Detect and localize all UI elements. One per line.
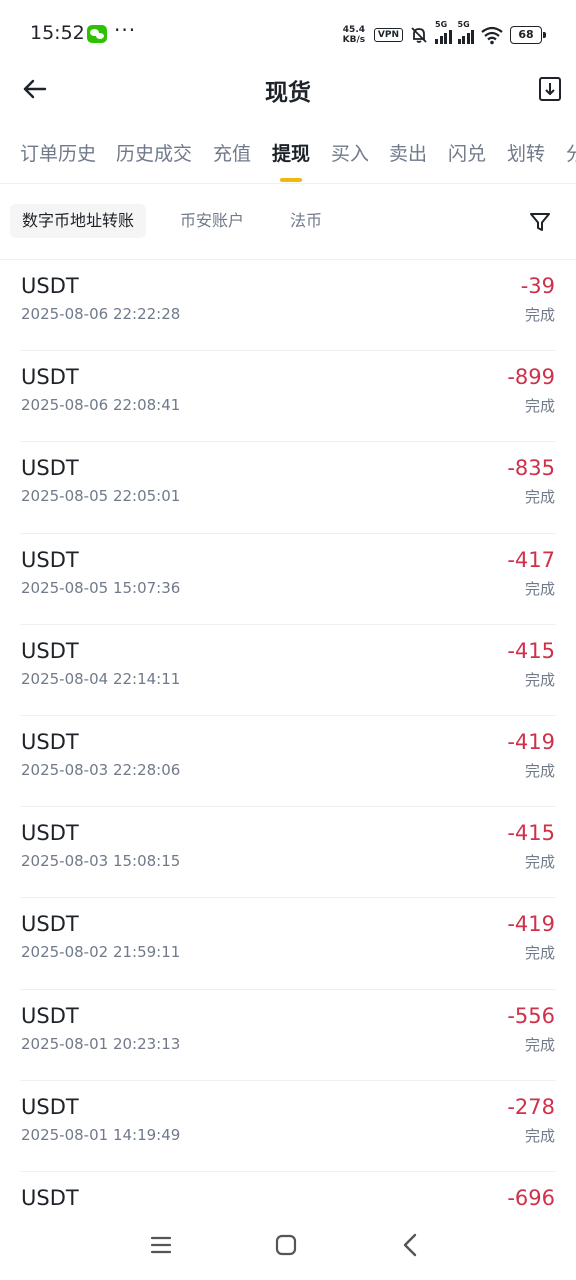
tab-convert[interactable]: 闪兑 — [448, 139, 486, 166]
home-icon[interactable] — [275, 1234, 297, 1256]
system-nav-bar — [0, 1210, 576, 1280]
subtab-binance-account[interactable]: 币安账户 — [168, 204, 256, 238]
record-coin: USDT — [21, 365, 79, 390]
tab-transfer[interactable]: 划转 — [507, 139, 545, 166]
record-row[interactable]: USDT 2025-08-01 20:23:13 -556 完成 — [20, 990, 556, 1081]
signal-icon: 5G — [435, 20, 452, 44]
record-row[interactable]: USDT 2025-08-05 15:07:36 -417 完成 — [20, 534, 556, 625]
tab-trade-history[interactable]: 历史成交 — [116, 139, 192, 166]
record-time: 2025-08-05 22:05:01 — [21, 487, 181, 506]
record-amount: -696 — [507, 1185, 555, 1210]
record-amount: -278 — [507, 1094, 555, 1119]
network-speed-unit: KB/s — [342, 35, 366, 45]
record-coin: USDT — [21, 912, 79, 937]
record-time: 2025-08-03 15:08:15 — [21, 852, 181, 871]
record-time: 2025-08-04 22:14:11 — [21, 669, 181, 688]
network-speed-value: 45.4 — [342, 25, 366, 35]
tab-deposit[interactable]: 充值 — [213, 139, 251, 166]
withdraw-record-list: USDT 2025-08-06 22:22:28 -39 完成 USDT 202… — [0, 260, 576, 1264]
subtab-crypto-address[interactable]: 数字币地址转账 — [10, 204, 147, 238]
tab-order-history[interactable]: 订单历史 — [20, 139, 96, 166]
record-amount: -556 — [507, 1003, 555, 1028]
download-file-icon[interactable] — [538, 76, 562, 102]
record-time: 2025-08-02 21:59:11 — [21, 943, 181, 962]
record-amount: -419 — [507, 729, 555, 754]
wifi-icon — [481, 26, 503, 45]
record-time: 2025-08-01 20:23:13 — [21, 1034, 181, 1053]
network-type-1: 5G — [435, 20, 448, 29]
record-coin: USDT — [21, 1094, 79, 1119]
record-status: 完成 — [524, 306, 555, 324]
record-status: 完成 — [524, 397, 555, 416]
wechat-icon — [87, 25, 107, 43]
record-time: 2025-08-03 22:28:06 — [21, 760, 181, 779]
filter-icon[interactable] — [528, 210, 552, 234]
record-coin: USDT — [21, 638, 79, 663]
tab-more[interactable]: 分 — [566, 139, 576, 166]
menu-icon[interactable] — [150, 1235, 172, 1255]
tab-sell[interactable]: 卖出 — [389, 139, 427, 166]
record-amount: -39 — [520, 274, 555, 298]
record-row[interactable]: USDT 2025-08-03 15:08:15 -415 完成 — [20, 807, 556, 899]
withdraw-type-filter: 数字币地址转账 币安账户 法币 — [0, 204, 576, 240]
record-status: 完成 — [524, 761, 555, 780]
history-tabs: 订单历史 历史成交 充值 提现 买入 卖出 闪兑 划转 分 — [0, 128, 576, 184]
record-row[interactable]: USDT 2025-08-01 14:19:49 -278 完成 — [20, 1081, 556, 1172]
status-indicators: 45.4 KB/s VPN 5G 5G 68 — [340, 20, 546, 46]
record-coin: USDT — [21, 1003, 79, 1028]
record-amount: -899 — [507, 365, 555, 390]
record-coin: USDT — [21, 729, 79, 754]
record-coin: USDT — [21, 821, 79, 846]
record-status: 完成 — [524, 670, 555, 689]
record-row[interactable]: USDT 2025-08-03 22:28:06 -419 完成 — [20, 716, 556, 808]
record-time: 2025-08-06 22:08:41 — [21, 396, 181, 415]
record-time: 2025-08-01 14:19:49 — [21, 1125, 181, 1144]
page-title: 现货 — [265, 80, 311, 106]
more-dots-icon: ··· — [114, 18, 137, 42]
record-amount: -835 — [507, 456, 555, 481]
bell-off-icon — [411, 27, 427, 43]
record-time: 2025-08-05 15:07:36 — [21, 578, 181, 597]
tab-withdraw[interactable]: 提现 — [272, 139, 310, 166]
record-row[interactable]: USDT 2025-08-05 22:05:01 -835 完成 — [20, 442, 556, 534]
record-time: 2025-08-06 22:22:28 — [21, 305, 181, 323]
record-coin: USDT — [21, 456, 79, 481]
subtab-fiat[interactable]: 法币 — [278, 204, 334, 238]
record-row[interactable]: USDT 2025-08-04 22:14:11 -415 完成 — [20, 625, 556, 716]
record-status: 完成 — [524, 579, 555, 598]
record-amount: -415 — [507, 821, 555, 846]
signal-icon-2: 5G — [457, 20, 474, 44]
record-row[interactable]: USDT 2025-08-06 22:22:28 -39 完成 — [20, 260, 556, 352]
status-bar: 15:52 ··· 45.4 KB/s VPN 5G 5G 68 — [0, 0, 576, 68]
record-status: 完成 — [524, 488, 555, 507]
record-status: 完成 — [524, 944, 555, 963]
record-amount: -419 — [507, 912, 555, 937]
tab-buy[interactable]: 买入 — [331, 139, 369, 166]
record-status: 完成 — [524, 853, 555, 872]
network-speed: 45.4 KB/s — [340, 25, 368, 45]
record-row[interactable]: USDT 2025-08-06 22:08:41 -899 完成 — [20, 351, 556, 443]
back-icon[interactable] — [400, 1232, 420, 1258]
status-time: 15:52 — [30, 22, 85, 44]
record-coin: USDT — [21, 1185, 79, 1210]
active-tab-indicator — [280, 178, 302, 182]
record-status: 完成 — [524, 1126, 555, 1145]
record-coin: USDT — [21, 547, 79, 572]
header: 现货 — [0, 68, 576, 110]
record-amount: -415 — [507, 638, 555, 663]
vpn-badge: VPN — [373, 28, 403, 42]
record-coin: USDT — [21, 274, 79, 298]
record-status: 完成 — [524, 1035, 555, 1054]
network-type-2: 5G — [457, 20, 470, 29]
record-amount: -417 — [507, 547, 555, 572]
battery-icon: 68 — [510, 26, 546, 44]
record-row[interactable]: USDT 2025-08-02 21:59:11 -419 完成 — [20, 898, 556, 990]
